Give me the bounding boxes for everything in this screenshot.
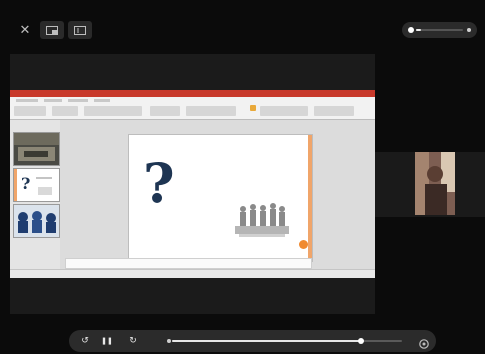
volume-track[interactable]	[416, 29, 463, 31]
ribbon-group	[260, 106, 308, 116]
ribbon-group	[314, 106, 354, 116]
ribbon-accent-icon	[250, 105, 256, 111]
volume-max-indicator	[467, 28, 471, 32]
progress-fill	[172, 340, 361, 342]
slide-accent-bar	[308, 135, 312, 261]
picture-in-picture-icon	[46, 25, 58, 35]
participant-tile[interactable]	[375, 152, 485, 217]
forward-icon: ↻	[129, 336, 137, 346]
presentation-ribbon	[10, 97, 375, 120]
participant-video	[415, 152, 455, 215]
presentation-titlebar	[10, 90, 375, 97]
settings-button[interactable]	[418, 335, 430, 349]
close-icon: ✕	[19, 22, 31, 38]
slide-thumbnail-panel: ?	[10, 120, 60, 270]
ribbon-group	[150, 106, 180, 116]
forward-button[interactable]: ↻	[127, 335, 139, 347]
slide-question-mark: ?	[143, 151, 175, 215]
ribbon-tab	[44, 99, 62, 102]
picture-in-picture-button[interactable]	[40, 21, 64, 39]
pause-icon: ❚❚	[101, 337, 113, 345]
slide-thumbnail-image	[14, 133, 59, 161]
participant-image	[415, 152, 455, 215]
slide-thumbnail	[13, 204, 60, 238]
rewind-button[interactable]: ↺	[79, 335, 91, 347]
ribbon-group	[52, 106, 78, 116]
pause-button[interactable]: ❚❚	[101, 335, 113, 347]
svg-text:?: ?	[21, 174, 30, 193]
volume-icon	[408, 27, 414, 33]
ribbon-tab	[68, 99, 88, 102]
ribbon-group	[14, 106, 46, 116]
slide-thumbnail: ?	[13, 168, 60, 202]
progress-bar[interactable]	[172, 338, 402, 344]
presentation-statusbar	[10, 269, 375, 278]
progress-start-marker	[167, 339, 171, 343]
slide-illustration	[235, 203, 289, 237]
volume-fill	[416, 29, 421, 31]
status-bar	[0, 0, 485, 12]
close-button[interactable]: ✕	[16, 21, 34, 39]
progress-scrubber[interactable]	[357, 338, 364, 344]
rewind-icon: ↺	[81, 336, 89, 346]
volume-control[interactable]	[402, 22, 477, 38]
slide-notes-area	[65, 258, 312, 269]
aspect-ratio-button[interactable]	[68, 21, 92, 39]
current-slide: ?	[128, 134, 313, 262]
ribbon-tab	[94, 99, 110, 102]
settings-icon	[419, 339, 429, 349]
aspect-ratio-icon	[74, 25, 86, 35]
ribbon-tab	[16, 99, 38, 102]
ribbon-group	[84, 106, 142, 116]
slide-thumbnail	[13, 132, 60, 166]
slide-badge-icon	[299, 240, 308, 249]
ribbon-group	[186, 106, 236, 116]
slide-thumbnail-image: ?	[14, 169, 52, 201]
playback-controls: ↺ ❚❚ ↻	[69, 330, 436, 352]
presentation-window: ? ?	[10, 90, 375, 278]
slide-thumbnail-image	[14, 205, 59, 237]
